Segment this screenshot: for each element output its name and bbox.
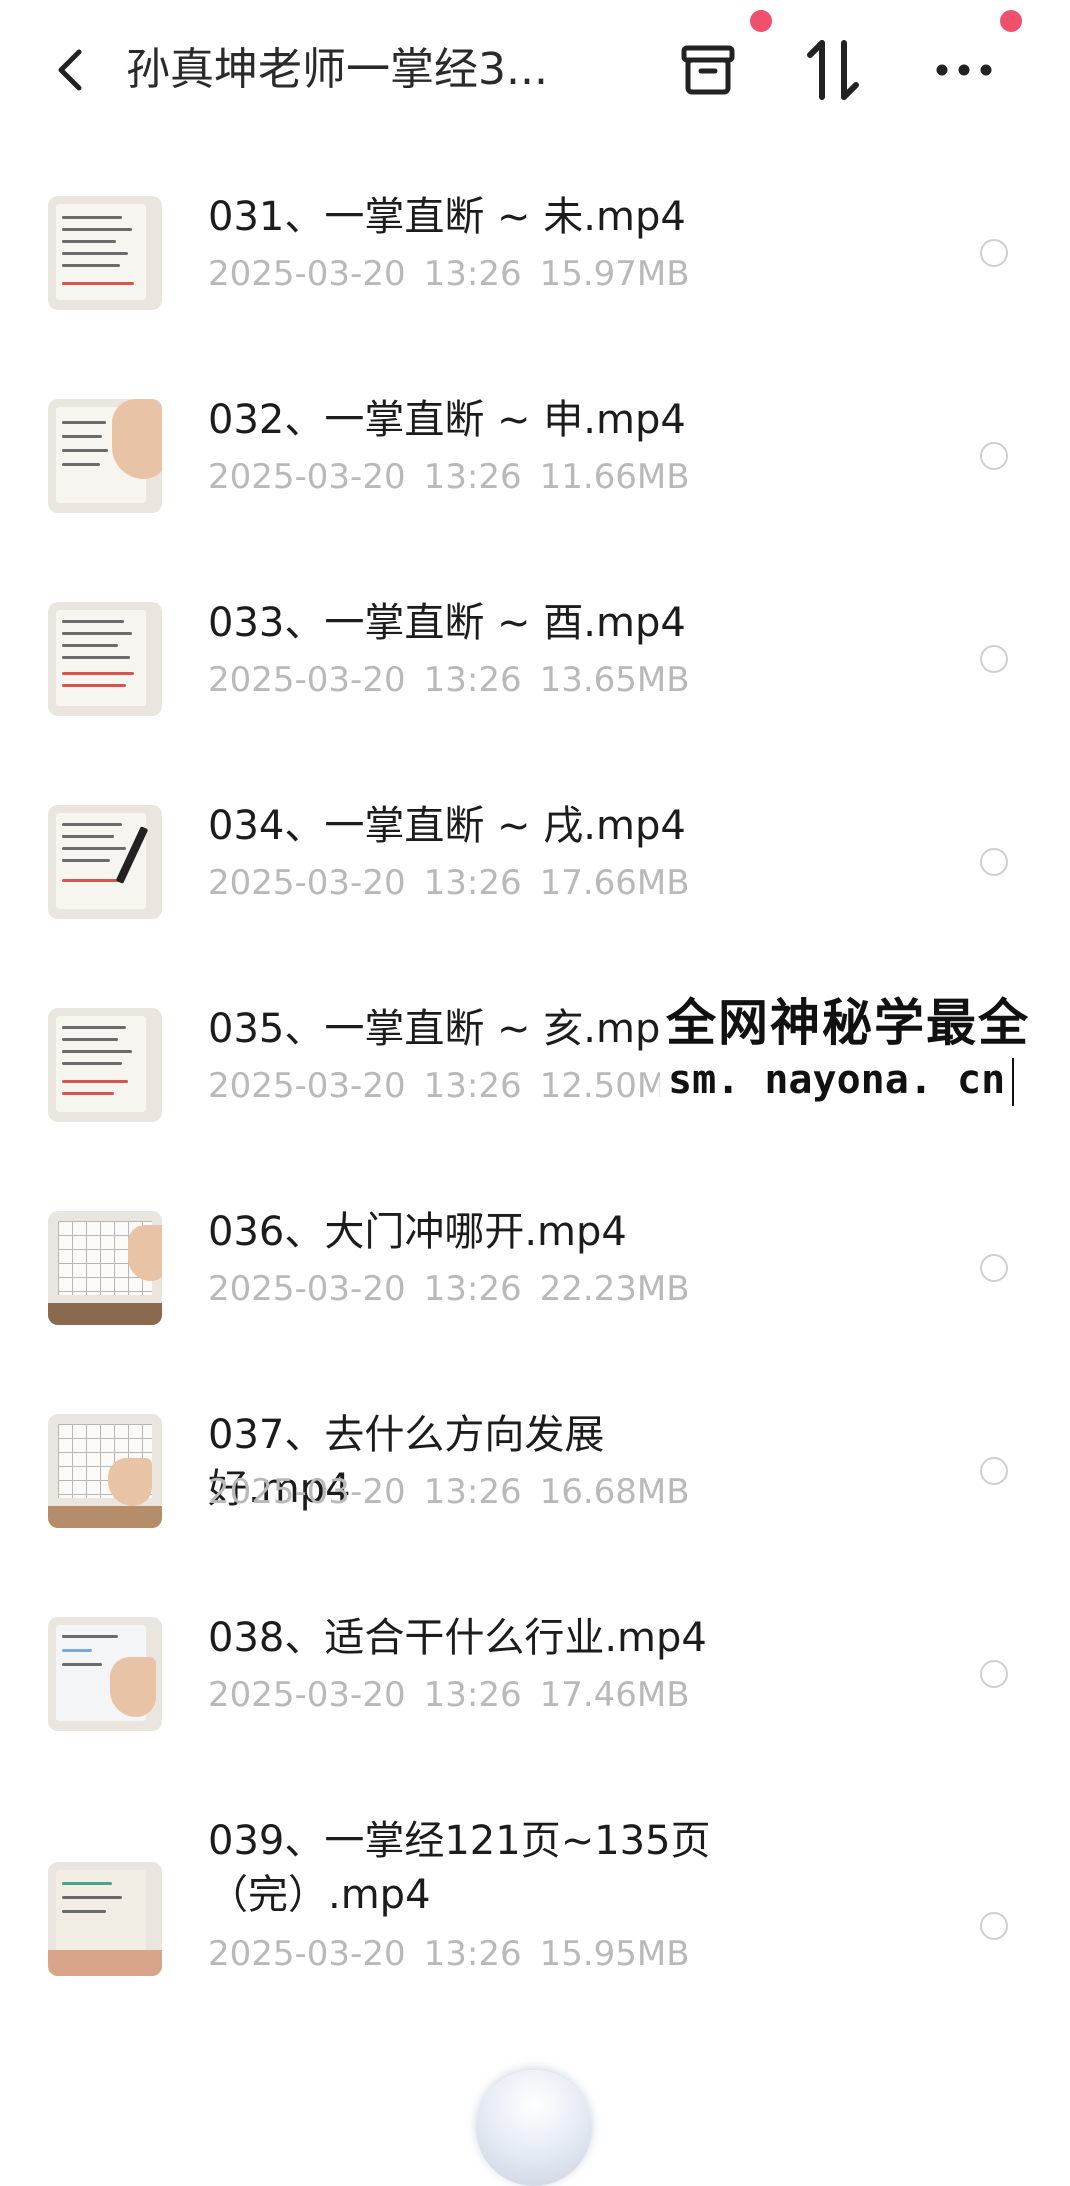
file-time: 13:26	[423, 1675, 522, 1715]
list-item[interactable]: 033、一掌直断 ~ 酉.mp4 2025-03-20 13:26 13.65MB	[0, 596, 1070, 786]
back-button[interactable]	[48, 40, 92, 100]
list-item[interactable]: 031、一掌直断 ~ 未.mp4 2025-03-20 13:26 15.97MB	[0, 190, 1070, 380]
file-size: 15.95MB	[539, 1934, 690, 1974]
list-item[interactable]: 039、一掌经121页~135页（完）.mp4 2025-03-20 13:26 1…	[0, 1814, 1070, 2054]
file-time: 13:26	[423, 254, 522, 294]
video-thumbnail	[48, 1617, 162, 1731]
file-date: 2025-03-20	[208, 1675, 406, 1715]
video-thumbnail	[48, 399, 162, 513]
file-size: 17.66MB	[539, 863, 690, 903]
video-thumbnail	[48, 805, 162, 919]
select-radio[interactable]	[980, 442, 1008, 470]
list-item[interactable]: 032、一掌直断 ~ 申.mp4 2025-03-20 13:26 11.66MB	[0, 393, 1070, 583]
watermark-text: 全网神秘学最全	[666, 994, 1030, 1052]
file-date: 2025-03-20	[208, 863, 406, 903]
video-thumbnail	[48, 196, 162, 310]
file-size: 11.66MB	[539, 457, 690, 497]
file-time: 13:26	[423, 1066, 522, 1106]
file-name: 036、大门冲哪开.mp4	[208, 1209, 627, 1255]
video-thumbnail	[48, 1862, 162, 1976]
notification-dot	[1000, 10, 1022, 32]
select-radio[interactable]	[980, 1457, 1008, 1485]
file-name: 035、一掌直断 ~ 亥.mp4	[208, 1006, 686, 1052]
file-name: 031、一掌直断 ~ 未.mp4	[208, 194, 686, 240]
text-cursor	[1012, 1058, 1014, 1106]
video-thumbnail	[48, 1414, 162, 1528]
select-radio[interactable]	[980, 645, 1008, 673]
file-time: 13:26	[423, 1934, 522, 1974]
page-title: 孙真坤老师一掌经3...	[126, 44, 548, 95]
file-time: 13:26	[423, 1269, 522, 1309]
file-name: 032、一掌直断 ~ 申.mp4	[208, 397, 686, 443]
file-size: 22.23MB	[539, 1269, 690, 1309]
file-meta: 2025-03-20 13:26 17.66MB	[208, 861, 690, 905]
top-bar: 孙真坤老师一掌经3...	[0, 0, 1070, 140]
file-size: 15.97MB	[539, 254, 690, 294]
file-name: 034、一掌直断 ~ 戌.mp4	[208, 803, 686, 849]
file-date: 2025-03-20	[208, 254, 406, 294]
select-radio[interactable]	[980, 848, 1008, 876]
file-date: 2025-03-20	[208, 457, 406, 497]
sort-icon	[807, 40, 859, 100]
select-radio[interactable]	[980, 239, 1008, 267]
file-name: 033、一掌直断 ~ 酉.mp4	[208, 600, 686, 646]
more-icon	[936, 64, 992, 76]
list-item[interactable]: 038、适合干什么行业.mp4 2025-03-20 13:26 17.46MB	[0, 1611, 1070, 1801]
file-meta: 2025-03-20 13:26 15.95MB	[208, 1932, 690, 1976]
file-size: 16.68MB	[539, 1472, 690, 1512]
file-time: 13:26	[423, 457, 522, 497]
floating-action-button[interactable]	[476, 2070, 592, 2186]
more-button[interactable]	[928, 34, 1000, 106]
file-date: 2025-03-20	[208, 1472, 406, 1512]
watermark-url: sm. nayona. cn	[668, 1057, 1006, 1103]
archive-box-icon	[681, 45, 735, 95]
watermark-overlay: 全网神秘学最全 sm. nayona. cn	[660, 990, 1070, 1110]
file-meta: 2025-03-20 13:26 22.23MB	[208, 1267, 690, 1311]
chevron-left-icon	[58, 49, 82, 91]
file-name: 038、适合干什么行业.mp4	[208, 1615, 707, 1661]
file-size: 17.46MB	[539, 1675, 690, 1715]
file-date: 2025-03-20	[208, 1934, 406, 1974]
file-date: 2025-03-20	[208, 1269, 406, 1309]
file-meta: 2025-03-20 13:26 16.68MB	[208, 1470, 690, 1514]
select-radio[interactable]	[980, 1912, 1008, 1940]
list-item[interactable]: 036、大门冲哪开.mp4 2025-03-20 13:26 22.23MB	[0, 1205, 1070, 1395]
video-thumbnail	[48, 1211, 162, 1325]
list-item[interactable]: 037、去什么方向发展好.mp4 2025-03-20 13:26 16.68MB	[0, 1408, 1070, 1598]
file-date: 2025-03-20	[208, 1066, 406, 1106]
sort-button[interactable]	[798, 34, 870, 106]
file-time: 13:26	[423, 863, 522, 903]
file-time: 13:26	[423, 660, 522, 700]
file-meta: 2025-03-20 13:26 15.97MB	[208, 252, 690, 296]
list-item[interactable]: 034、一掌直断 ~ 戌.mp4 2025-03-20 13:26 17.66MB	[0, 799, 1070, 989]
file-meta: 2025-03-20 13:26 13.65MB	[208, 658, 690, 702]
select-radio[interactable]	[980, 1254, 1008, 1282]
select-radio[interactable]	[980, 1660, 1008, 1688]
file-meta: 2025-03-20 13:26 12.50MB	[208, 1064, 690, 1108]
archive-button[interactable]	[672, 34, 744, 106]
file-name: 039、一掌经121页~135页（完）.mp4	[208, 1818, 711, 1918]
file-meta: 2025-03-20 13:26 17.46MB	[208, 1673, 690, 1717]
video-thumbnail	[48, 1008, 162, 1122]
file-meta: 2025-03-20 13:26 11.66MB	[208, 455, 690, 499]
file-date: 2025-03-20	[208, 660, 406, 700]
video-thumbnail	[48, 602, 162, 716]
file-size: 13.65MB	[539, 660, 690, 700]
notification-dot	[750, 10, 772, 32]
file-time: 13:26	[423, 1472, 522, 1512]
